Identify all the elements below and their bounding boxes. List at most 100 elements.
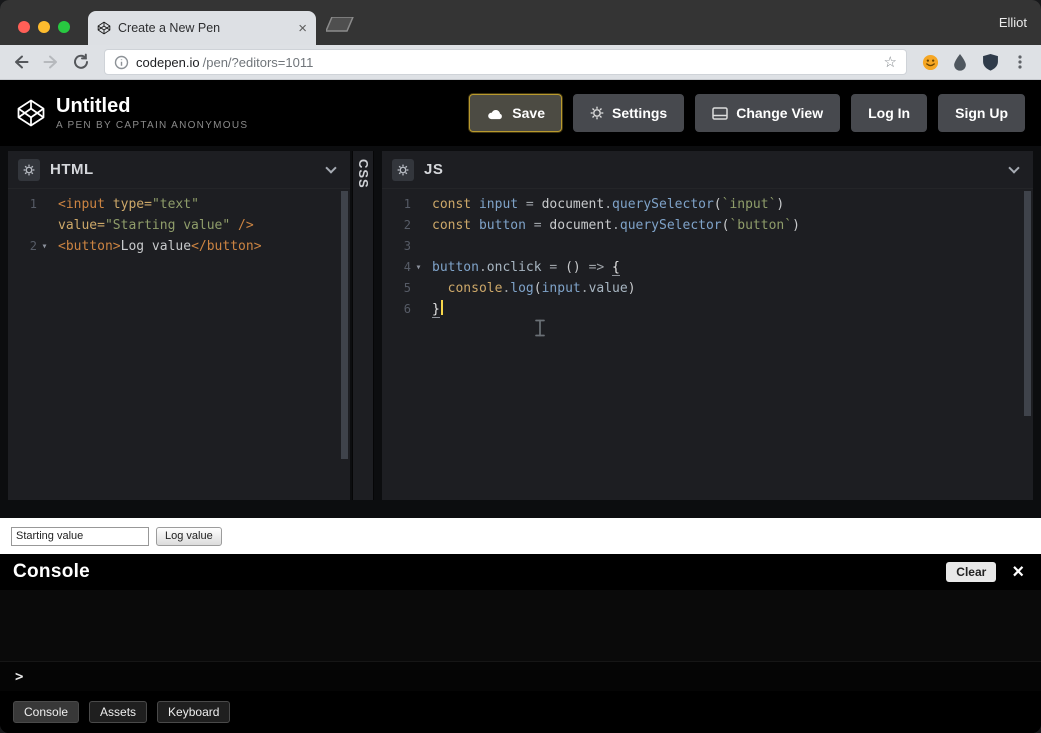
code-fold-icon[interactable]: ▾ [413,257,424,278]
editor-region: HTML 1<input type="text"value="Starting … [0,146,1041,518]
js-editor-pane: JS 1const input = document.querySelector… [382,151,1033,500]
url-bar[interactable]: codepen.io /pen/?editors=1011 ☆ [104,49,907,75]
js-code-line[interactable]: 6} [382,299,1033,320]
window-controls [18,21,70,33]
line-number-gutter: 2 [382,215,426,236]
preview-log-value-button[interactable]: Log value [156,527,222,546]
line-number-gutter: 1 [8,194,52,215]
browser-profile-name[interactable]: Elliot [999,15,1041,30]
code-fold-icon[interactable]: ▾ [39,236,50,257]
codepen-logo-icon[interactable] [16,98,46,128]
url-path: /pen/?editors=1011 [203,55,314,70]
html-code-line[interactable]: 2▾<button>Log value</button> [8,236,350,257]
console-input-row[interactable]: > [0,661,1041,691]
gear-icon [590,106,604,120]
browser-menu-icon[interactable] [1009,51,1031,73]
html-code-line[interactable]: 1<input type="text" [8,194,350,215]
js-editor-scrollbar[interactable] [1024,191,1031,495]
css-editor-title[interactable]: CSS [356,151,371,189]
text-caret [441,300,443,315]
line-number-gutter: 5 [382,278,426,299]
reload-icon[interactable] [70,51,92,73]
close-window-button[interactable] [18,21,30,33]
console-tab-bar: Console Assets Keyboard [0,691,1041,733]
console-tab-keyboard[interactable]: Keyboard [157,701,230,723]
js-code-line[interactable]: 2const button = document.querySelector(`… [382,215,1033,236]
html-editor-chevron-down-icon[interactable] [322,161,340,179]
preview-text-input[interactable] [11,527,149,546]
bookmark-star-icon[interactable]: ☆ [884,55,897,70]
js-code-area[interactable]: 1const input = document.querySelector(`i… [382,189,1033,500]
console-tab-assets[interactable]: Assets [89,701,147,723]
log-in-button-label: Log In [868,105,910,121]
html-code-line[interactable]: value="Starting value" /> [8,215,350,236]
console-output [0,590,1041,661]
js-editor-gear-icon[interactable] [392,159,414,181]
line-number-gutter: 2▾ [8,236,52,257]
js-code-line[interactable]: 1const input = document.querySelector(`i… [382,194,1033,215]
html-code-area[interactable]: 1<input type="text"value="Starting value… [8,189,350,500]
line-number-gutter: 6 [382,299,426,320]
console-title: Console [13,561,90,583]
scrollbar-thumb[interactable] [1024,191,1031,416]
tab-close-icon[interactable]: × [298,21,307,36]
html-editor-pane: HTML 1<input type="text"value="Starting … [8,151,350,500]
zoom-window-button[interactable] [58,21,70,33]
browser-tab-strip: Create a New Pen × Elliot [0,0,1041,45]
new-tab-button[interactable] [326,17,354,37]
codepen-header: Untitled A PEN BY CAPTAIN ANONYMOUS Save… [0,80,1041,146]
save-button-label: Save [512,105,545,121]
html-editor-header: HTML [8,151,350,189]
browser-tab[interactable]: Create a New Pen × [88,11,316,45]
change-view-button-label: Change View [736,105,823,121]
console-tab-console[interactable]: Console [13,701,79,723]
preview-pane: Log value [0,518,1041,554]
minimize-window-button[interactable] [38,21,50,33]
console-panel: Console Clear × > Console Assets Keyboard [0,554,1041,733]
js-code-line[interactable]: 4▾button.onclick = () => { [382,257,1033,278]
tab-title: Create a New Pen [118,21,291,35]
line-number-gutter: 1 [382,194,426,215]
settings-button[interactable]: Settings [573,94,684,132]
js-editor-chevron-down-icon[interactable] [1005,161,1023,179]
pen-titles: Untitled A PEN BY CAPTAIN ANONYMOUS [56,95,248,131]
site-info-icon[interactable] [114,55,129,70]
extension-drop-icon[interactable] [949,51,971,73]
header-buttons: Save Settings Change View Log In [469,94,1025,132]
html-editor-gear-icon[interactable] [18,159,40,181]
save-button[interactable]: Save [469,94,562,132]
url-host: codepen.io [136,55,200,70]
scrollbar-thumb[interactable] [341,191,348,459]
log-in-button[interactable]: Log In [851,94,927,132]
html-editor-title: HTML [50,161,94,178]
codepen-favicon-icon [97,21,111,35]
console-prompt-caret: > [15,669,23,685]
extension-emoji-icon[interactable] [919,51,941,73]
console-close-icon[interactable]: × [1008,562,1028,582]
line-number-gutter: 4▾ [382,257,426,278]
html-editor-scrollbar[interactable] [341,191,348,495]
css-editor-collapsed-pane[interactable]: CSS [352,151,374,500]
pen-byline: A PEN BY CAPTAIN ANONYMOUS [56,120,248,131]
settings-button-label: Settings [612,105,667,121]
layout-icon [712,107,728,120]
change-view-button[interactable]: Change View [695,94,840,132]
js-code-line[interactable]: 3 [382,236,1033,257]
js-code-line[interactable]: 5 console.log(input.value) [382,278,1033,299]
forward-icon [40,51,62,73]
back-icon[interactable] [10,51,32,73]
browser-window: Create a New Pen × Elliot codepen.io /pe… [0,0,1041,733]
pen-title[interactable]: Untitled [56,95,248,117]
console-header: Console Clear × [0,554,1041,590]
extension-shield-icon[interactable] [979,51,1001,73]
mouse-ibeam-cursor [534,319,546,341]
js-editor-title: JS [424,161,443,178]
line-number-gutter [8,215,52,236]
line-number-gutter: 3 [382,236,426,257]
sign-up-button[interactable]: Sign Up [938,94,1025,132]
browser-address-bar: codepen.io /pen/?editors=1011 ☆ [0,45,1041,80]
sign-up-button-label: Sign Up [955,105,1008,121]
cloud-icon [486,107,504,120]
js-editor-header: JS [382,151,1033,189]
console-clear-button[interactable]: Clear [946,562,996,582]
